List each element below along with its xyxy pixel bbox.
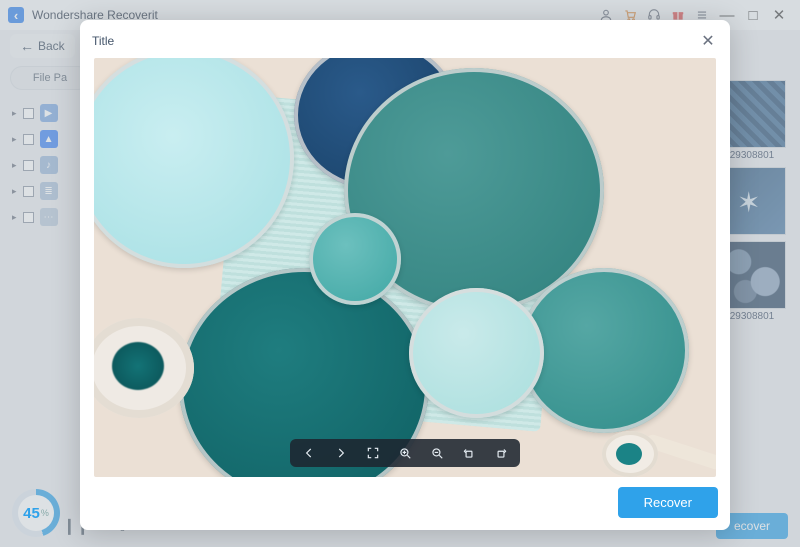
modal-recover-button[interactable]: Recover <box>618 487 718 518</box>
preview-toolbar <box>290 439 520 467</box>
progress-unit: % <box>41 508 49 518</box>
prev-button[interactable] <box>300 444 318 462</box>
fullscreen-button[interactable] <box>364 444 382 462</box>
preview-image <box>94 58 716 477</box>
modal-title: Title <box>92 34 114 48</box>
rotate-right-button[interactable] <box>492 444 510 462</box>
modal-close-button[interactable]: ✕ <box>698 31 718 51</box>
preview-modal: Title ✕ Recover <box>80 20 730 530</box>
zoom-out-button[interactable] <box>428 444 446 462</box>
zoom-in-button[interactable] <box>396 444 414 462</box>
next-button[interactable] <box>332 444 350 462</box>
progress-percent: 45 <box>23 505 40 522</box>
rotate-left-button[interactable] <box>460 444 478 462</box>
